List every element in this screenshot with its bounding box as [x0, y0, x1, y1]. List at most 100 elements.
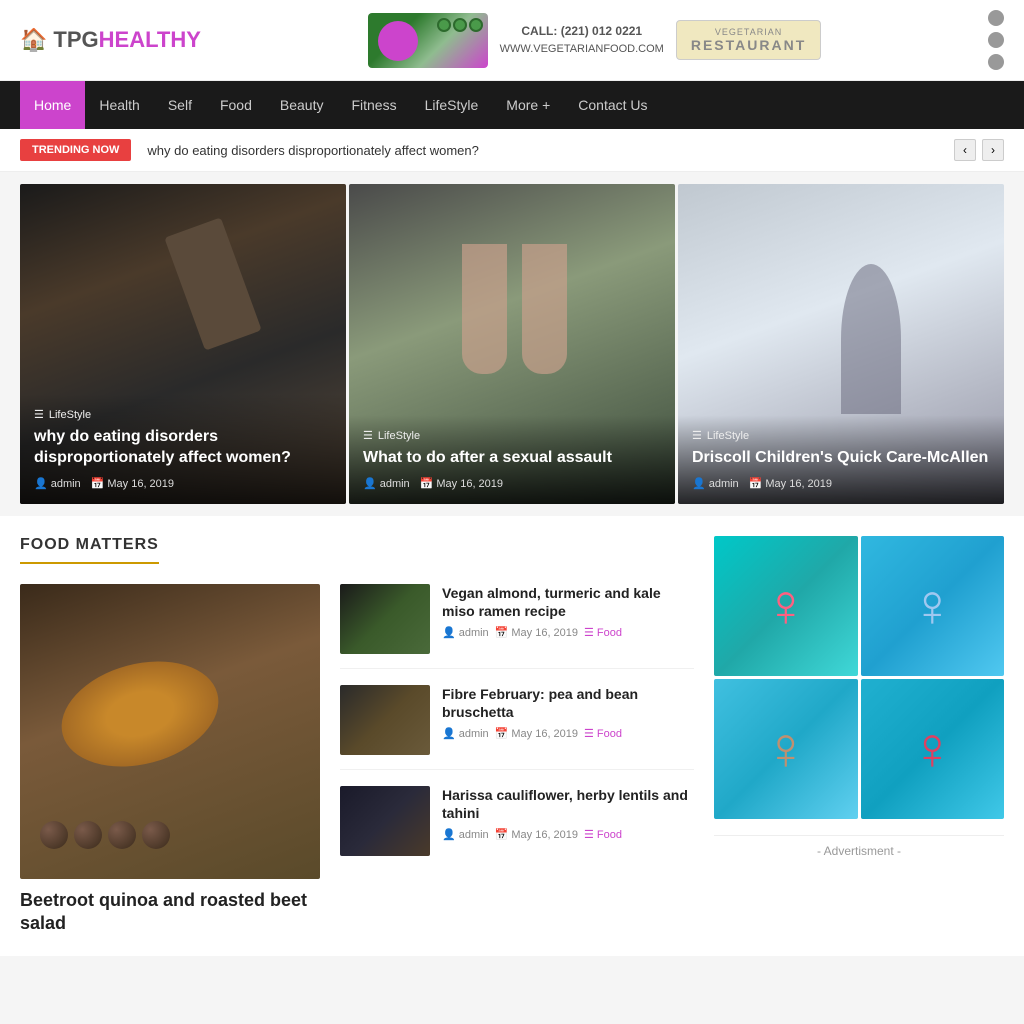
food-list-image-1 [340, 584, 430, 654]
trending-bar: TRENDING NOW why do eating disorders dis… [0, 129, 1024, 172]
photo-cell-4[interactable]: ♀ [861, 679, 1005, 819]
food-main-title: Beetroot quinoa and roasted beet salad [20, 889, 320, 936]
photo-cell-1[interactable]: ♀ [714, 536, 858, 676]
food-list-title-3: Harissa cauliflower, herby lentils and t… [442, 786, 694, 822]
author-icon: 👤 [34, 477, 48, 490]
social-icon-3[interactable] [988, 54, 1004, 70]
trending-nav[interactable]: ‹ › [954, 139, 1004, 161]
food-list-item-1[interactable]: Vegan almond, turmeric and kale miso ram… [340, 584, 694, 669]
calendar-icon-2: 📅 [420, 477, 434, 490]
calendar-icon-3: 📅 [749, 477, 763, 490]
meta-cat-3: ☰ Food [584, 828, 622, 841]
featured-item-3[interactable]: ☰ LifeStyle Driscoll Children's Quick Ca… [678, 184, 1004, 504]
person-silhouette-4: ♀ [910, 719, 955, 779]
calendar-icon-list-1: 📅 [495, 626, 509, 639]
food-list-item-3[interactable]: Harissa cauliflower, herby lentils and t… [340, 786, 694, 870]
food-list-meta-1: 👤 admin 📅 May 16, 2019 ☰ Food [442, 626, 694, 639]
featured-item-2[interactable]: ☰ LifeStyle What to do after a sexual as… [349, 184, 675, 504]
nav-more[interactable]: More + [492, 81, 564, 129]
post-date-2: 📅 May 16, 2019 [420, 477, 503, 490]
featured-grid: ☰ LifeStyle why do eating disorders disp… [20, 184, 1004, 504]
food-content: FOOD MATTERS Beetroot quinoa and roasted… [20, 536, 694, 936]
trending-badge: TRENDING NOW [20, 139, 131, 161]
author-icon-3: 👤 [692, 477, 706, 490]
person-silhouette-3: ♀ [763, 719, 808, 779]
meta-cat-2: ☰ Food [584, 727, 622, 740]
post-meta-2: 👤 admin 📅 May 16, 2019 [363, 477, 661, 490]
trending-prev[interactable]: ‹ [954, 139, 976, 161]
header-social-icons[interactable] [988, 10, 1004, 70]
nav-lifestyle[interactable]: LifeStyle [411, 81, 493, 129]
post-date: 📅 May 16, 2019 [91, 477, 174, 490]
food-list-image-2 [340, 685, 430, 755]
category-icon-2: ☰ [363, 429, 373, 442]
nav-self[interactable]: Self [154, 81, 206, 129]
meta-date-2: 📅 May 16, 2019 [495, 727, 578, 740]
food-list-content-3: Harissa cauliflower, herby lentils and t… [442, 786, 694, 841]
logo-area[interactable]: 🏠 TPGHEALTHY [20, 27, 201, 53]
food-section-title: FOOD MATTERS [20, 536, 159, 564]
post-meta-3: 👤 admin 📅 May 16, 2019 [692, 477, 990, 490]
author-icon-2: 👤 [363, 477, 377, 490]
social-icon-1[interactable] [988, 10, 1004, 26]
meta-cat-1: ☰ Food [584, 626, 622, 639]
calendar-icon-list-2: 📅 [495, 727, 509, 740]
nav-beauty[interactable]: Beauty [266, 81, 338, 129]
food-main-image [20, 584, 320, 879]
food-list-content-2: Fibre February: pea and bean bruschetta … [442, 685, 694, 740]
photo-grid: ♀ ♀ ♀ ♀ [714, 536, 1004, 819]
featured-title-2: What to do after a sexual assault [363, 448, 661, 469]
featured-overlay-2: ☰ LifeStyle What to do after a sexual as… [349, 415, 675, 504]
logo-icon: 🏠 [20, 27, 47, 53]
calendar-icon-list-3: 📅 [495, 828, 509, 841]
food-list: Vegan almond, turmeric and kale miso ram… [340, 584, 694, 936]
person-silhouette-1: ♀ [763, 576, 808, 636]
meta-author-2: 👤 admin [442, 727, 489, 740]
meta-author-1: 👤 admin [442, 626, 489, 639]
calendar-icon: 📅 [91, 477, 105, 490]
restaurant-badge: VEGETARIAN RESTAURANT [676, 20, 821, 60]
cat-icon-list-3: ☰ [584, 828, 594, 841]
post-author: 👤 admin [34, 477, 81, 490]
category-icon: ☰ [34, 408, 44, 421]
trending-text: why do eating disorders disproportionate… [147, 143, 938, 158]
food-section: FOOD MATTERS Beetroot quinoa and roasted… [0, 516, 1024, 956]
post-author-2: 👤 admin [363, 477, 410, 490]
nav-contact[interactable]: Contact Us [564, 81, 661, 129]
logo-text: TPGHEALTHY [53, 27, 201, 53]
food-main-article[interactable]: Beetroot quinoa and roasted beet salad [20, 584, 320, 936]
food-list-image-3 [340, 786, 430, 856]
category-icon-3: ☰ [692, 429, 702, 442]
featured-title-1: why do eating disorders disproportionate… [34, 427, 332, 469]
cat-icon-list-1: ☰ [584, 626, 594, 639]
author-icon-list-1: 👤 [442, 626, 456, 639]
nav-fitness[interactable]: Fitness [337, 81, 410, 129]
meta-date-3: 📅 May 16, 2019 [495, 828, 578, 841]
food-list-item-2[interactable]: Fibre February: pea and bean bruschetta … [340, 685, 694, 770]
top-header: 🏠 TPGHEALTHY CALL: (221) 012 0221 WWW.VE… [0, 0, 1024, 81]
cat-icon-list-2: ☰ [584, 727, 594, 740]
featured-overlay-3: ☰ LifeStyle Driscoll Children's Quick Ca… [678, 415, 1004, 504]
food-list-meta-2: 👤 admin 📅 May 16, 2019 ☰ Food [442, 727, 694, 740]
post-date-3: 📅 May 16, 2019 [749, 477, 832, 490]
post-category-3: ☰ LifeStyle [692, 429, 990, 442]
sidebar-photos: ♀ ♀ ♀ ♀ - Advertisment - [714, 536, 1004, 866]
header-center: CALL: (221) 012 0221 WWW.VEGETARIANFOOD.… [368, 13, 822, 68]
food-list-title-1: Vegan almond, turmeric and kale miso ram… [442, 584, 694, 620]
photo-cell-3[interactable]: ♀ [714, 679, 858, 819]
author-icon-list-3: 👤 [442, 828, 456, 841]
meta-author-3: 👤 admin [442, 828, 489, 841]
food-list-meta-3: 👤 admin 📅 May 16, 2019 ☰ Food [442, 828, 694, 841]
food-list-content-1: Vegan almond, turmeric and kale miso ram… [442, 584, 694, 639]
nav-food[interactable]: Food [206, 81, 266, 129]
trending-next[interactable]: › [982, 139, 1004, 161]
featured-item-1[interactable]: ☰ LifeStyle why do eating disorders disp… [20, 184, 346, 504]
meta-date-1: 📅 May 16, 2019 [495, 626, 578, 639]
nav-home[interactable]: Home [20, 81, 85, 129]
nav-health[interactable]: Health [85, 81, 153, 129]
post-category-2: ☰ LifeStyle [363, 429, 661, 442]
post-meta-1: 👤 admin 📅 May 16, 2019 [34, 477, 332, 490]
social-icon-2[interactable] [988, 32, 1004, 48]
photo-cell-2[interactable]: ♀ [861, 536, 1005, 676]
person-silhouette-2: ♀ [910, 576, 955, 636]
